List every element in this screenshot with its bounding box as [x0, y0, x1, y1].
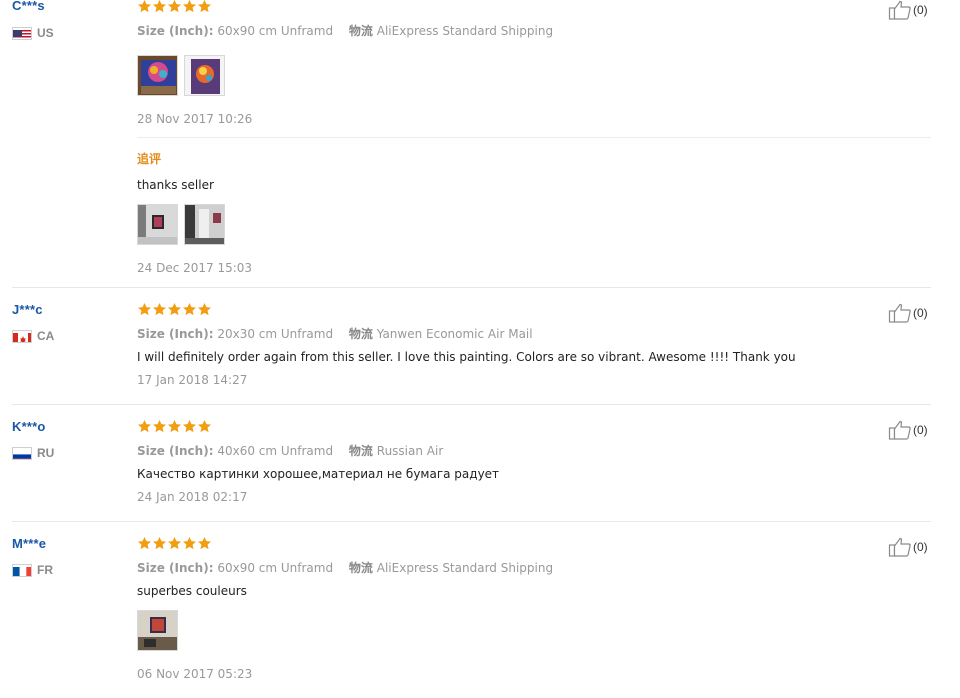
reviewer-country: RU	[12, 446, 54, 460]
review-meta: Size (Inch): 60x90 cm Unframd 物流 AliExpr…	[137, 24, 554, 38]
star-rating	[137, 536, 212, 551]
reviewer-name: J***c	[12, 302, 43, 317]
star-icon	[138, 302, 151, 316]
ru-flag-icon	[12, 446, 32, 460]
review-meta: Size (Inch): 40x60 cm Unframd 物流 Russian…	[137, 444, 444, 458]
star-icon	[153, 302, 166, 316]
helpful-button[interactable]: (0)	[888, 537, 928, 557]
review-photo[interactable]	[137, 55, 178, 96]
star-icon	[183, 302, 196, 316]
star-icon	[153, 0, 166, 13]
review-photo[interactable]	[184, 55, 225, 96]
review-date: 06 Nov 2017 05:23	[137, 667, 253, 681]
star-rating	[137, 0, 212, 14]
review-photo[interactable]	[137, 204, 178, 245]
star-rating	[137, 419, 212, 434]
followup-date: 24 Dec 2017 15:03	[137, 261, 253, 275]
star-icon	[183, 536, 196, 550]
star-icon	[138, 0, 151, 13]
helpful-button[interactable]: (0)	[888, 0, 928, 20]
star-icon	[168, 536, 181, 550]
star-icon	[168, 302, 181, 316]
review-text: Качество картинки хорошее,материал не бу…	[137, 467, 500, 481]
reviewer-country: US	[12, 26, 54, 40]
thumbs-up-icon	[888, 0, 911, 20]
star-icon	[198, 0, 211, 13]
reviewer-name: K***o	[12, 419, 46, 434]
review-divider	[12, 287, 931, 288]
helpful-button[interactable]: (0)	[888, 303, 928, 323]
thumbs-up-icon	[888, 303, 911, 323]
star-icon	[168, 0, 181, 13]
star-icon	[138, 536, 151, 550]
followup-photos	[137, 204, 225, 245]
review-date: 28 Nov 2017 10:26	[137, 112, 253, 126]
review-photos	[137, 610, 178, 651]
thumbs-up-icon	[888, 420, 911, 440]
review-photos	[137, 55, 225, 96]
star-rating	[137, 302, 212, 317]
review-date: 17 Jan 2018 14:27	[137, 373, 248, 387]
reviewer-country: FR	[12, 563, 53, 577]
us-flag-icon	[12, 26, 32, 40]
review-divider	[12, 404, 931, 405]
review-photo[interactable]	[137, 610, 178, 651]
star-icon	[153, 419, 166, 433]
review-meta: Size (Inch): 60x90 cm Unframd 物流 AliExpr…	[137, 561, 554, 575]
reviewer-country: CA	[12, 329, 54, 343]
followup-title: 追评	[137, 152, 162, 166]
fr-flag-icon	[12, 563, 32, 577]
star-icon	[138, 419, 151, 433]
star-icon	[183, 0, 196, 13]
review-meta: Size (Inch): 20x30 cm Unframd 物流 Yanwen …	[137, 327, 533, 341]
star-icon	[198, 536, 211, 550]
reviewer-name: M***e	[12, 536, 47, 551]
thumbs-up-icon	[888, 537, 911, 557]
helpful-button[interactable]: (0)	[888, 420, 928, 440]
star-icon	[198, 419, 211, 433]
star-icon	[168, 419, 181, 433]
review-text: I will definitely order again from this …	[137, 350, 796, 364]
followup-text: thanks seller	[137, 178, 214, 192]
review-text: superbes couleurs	[137, 584, 247, 598]
ca-flag-icon	[12, 329, 32, 343]
review-photo[interactable]	[184, 204, 225, 245]
reviewer-name: C***s	[12, 0, 45, 13]
star-icon	[198, 302, 211, 316]
divider	[137, 137, 931, 138]
review-divider	[12, 521, 931, 522]
star-icon	[153, 536, 166, 550]
review-date: 24 Jan 2018 02:17	[137, 490, 248, 504]
star-icon	[183, 419, 196, 433]
